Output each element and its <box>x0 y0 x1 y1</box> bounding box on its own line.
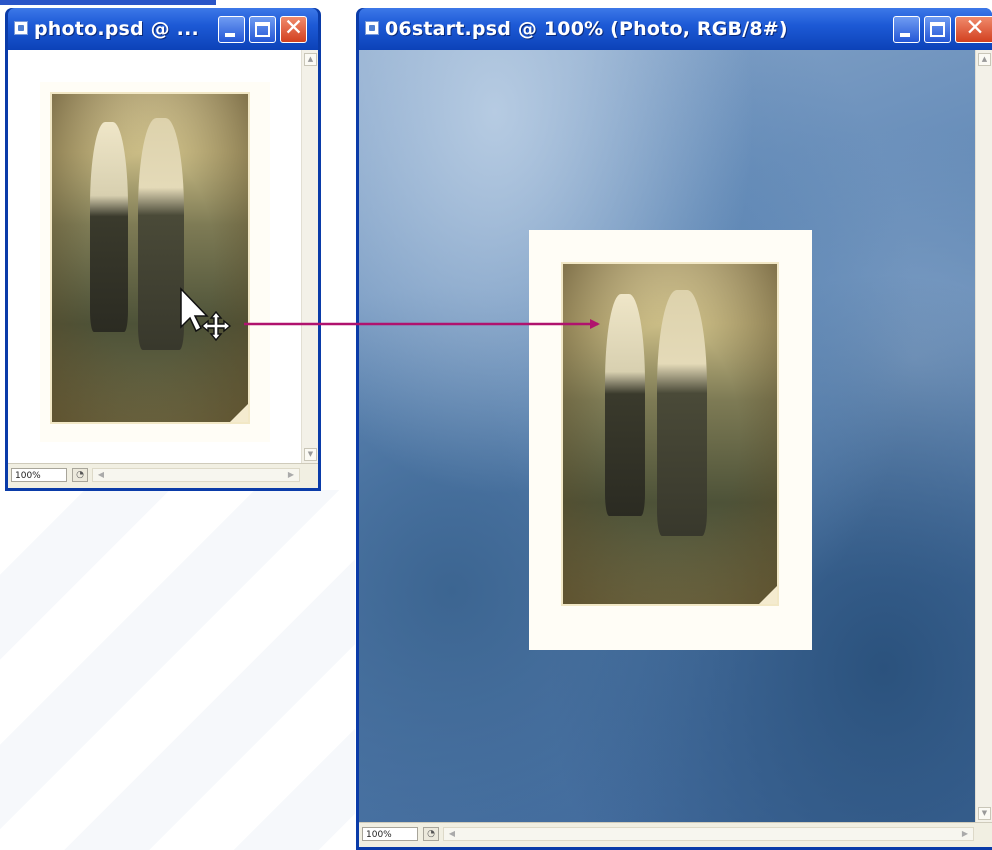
scroll-right-icon[interactable]: ▶ <box>285 469 297 481</box>
status-bar: 100% ◔ ◀ ▶ <box>359 822 992 847</box>
title-bar[interactable]: 06start.psd @ 100% (Photo, RGB/8#) ✕ <box>359 8 992 50</box>
window-title: 06start.psd @ 100% (Photo, RGB/8#) <box>385 18 788 40</box>
photo-border <box>40 82 270 442</box>
document-icon <box>365 21 379 35</box>
minimize-button[interactable] <box>893 16 920 43</box>
horizontal-scrollbar[interactable]: ◀ ▶ <box>92 468 300 482</box>
scroll-left-icon[interactable]: ◀ <box>95 469 107 481</box>
title-bar[interactable]: photo.psd @ ... ✕ <box>8 8 318 50</box>
photo-corner <box>759 586 777 604</box>
window-title: photo.psd @ ... <box>34 18 199 40</box>
close-icon: ✕ <box>965 15 985 41</box>
scroll-left-icon[interactable]: ◀ <box>446 828 458 840</box>
close-button[interactable]: ✕ <box>280 15 307 43</box>
document-icon <box>14 21 28 35</box>
photo-corner <box>230 404 248 422</box>
photo-figure-man <box>90 122 128 332</box>
close-button[interactable]: ✕ <box>955 15 992 43</box>
info-menu-icon[interactable]: ◔ <box>72 468 88 482</box>
info-menu-icon[interactable]: ◔ <box>423 827 439 841</box>
close-icon: ✕ <box>283 15 304 41</box>
minimize-icon <box>225 33 235 37</box>
maximize-button[interactable] <box>924 16 951 43</box>
desktop-background <box>0 490 355 850</box>
placed-photo-border[interactable] <box>529 230 812 650</box>
zoom-level-field[interactable]: 100% <box>11 468 67 482</box>
minimize-button[interactable] <box>218 16 245 43</box>
maximize-icon <box>930 22 945 37</box>
zoom-level-field[interactable]: 100% <box>362 827 418 841</box>
vintage-photo[interactable] <box>50 92 250 424</box>
photo-figure-man <box>605 294 645 516</box>
vertical-scrollbar[interactable]: ▲ ▼ <box>301 50 318 464</box>
document-window-photo[interactable]: photo.psd @ ... ✕ ▲ ▼ 100% ◔ ◀ ▶ <box>5 8 321 491</box>
scroll-down-icon[interactable]: ▼ <box>304 448 317 461</box>
maximize-button[interactable] <box>249 16 276 43</box>
document-window-06start[interactable]: 06start.psd @ 100% (Photo, RGB/8#) ✕ ▲ ▼… <box>356 8 992 850</box>
scroll-up-icon[interactable]: ▲ <box>978 53 991 66</box>
photo-figure-woman <box>138 118 184 350</box>
document-canvas[interactable] <box>359 50 976 823</box>
document-canvas[interactable] <box>8 50 302 464</box>
scroll-up-icon[interactable]: ▲ <box>304 53 317 66</box>
placed-vintage-photo[interactable] <box>561 262 779 606</box>
top-strip <box>0 0 216 5</box>
scroll-right-icon[interactable]: ▶ <box>959 828 971 840</box>
status-bar: 100% ◔ ◀ ▶ <box>8 463 318 488</box>
scroll-down-icon[interactable]: ▼ <box>978 807 991 820</box>
vertical-scrollbar[interactable]: ▲ ▼ <box>975 50 992 823</box>
maximize-icon <box>255 22 270 37</box>
minimize-icon <box>900 33 910 37</box>
horizontal-scrollbar[interactable]: ◀ ▶ <box>443 827 974 841</box>
photo-figure-woman <box>657 290 707 536</box>
